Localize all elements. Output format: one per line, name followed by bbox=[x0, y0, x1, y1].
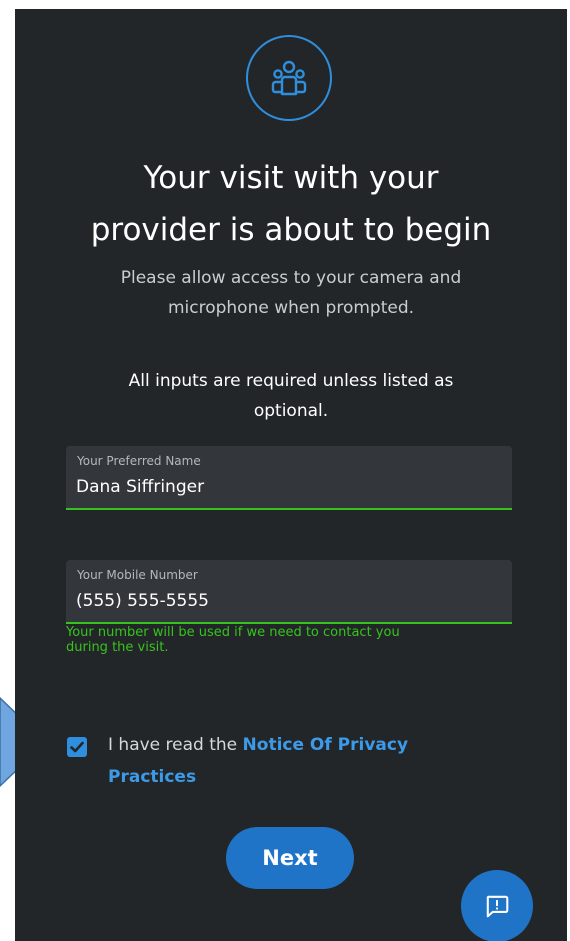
privacy-notice-link-line-2: Practices bbox=[108, 767, 197, 787]
feedback-icon bbox=[486, 895, 509, 918]
permission-instructions-line-2: microphone when prompted. bbox=[167, 298, 415, 318]
privacy-consent-text: I have read the Notice Of Privacy Practic… bbox=[108, 729, 508, 793]
page-title: Your visit with your provider is about t… bbox=[35, 152, 547, 256]
checkmark-icon bbox=[70, 741, 84, 753]
mobile-number-helper-line-1: Your number will be used if we need to c… bbox=[66, 625, 400, 640]
visit-start-screen: Your visit with your provider is about t… bbox=[15, 9, 567, 941]
provider-visit-badge bbox=[246, 35, 332, 121]
mobile-number-helper-text: Your number will be used if we need to c… bbox=[66, 625, 518, 655]
feedback-button[interactable] bbox=[461, 870, 533, 941]
people-group-icon bbox=[271, 60, 307, 96]
mobile-number-label: Your Mobile Number bbox=[77, 568, 198, 582]
required-inputs-note-line-2: optional. bbox=[253, 401, 329, 421]
privacy-consent-prefix: I have read the bbox=[108, 735, 238, 755]
next-button[interactable]: Next bbox=[226, 827, 354, 889]
required-inputs-note-line-1: All inputs are required unless listed as bbox=[128, 371, 454, 391]
mobile-number-input[interactable] bbox=[76, 588, 496, 614]
preferred-name-label: Your Preferred Name bbox=[77, 454, 201, 468]
page-title-line-2: provider is about to begin bbox=[90, 212, 492, 248]
preferred-name-input[interactable] bbox=[76, 474, 496, 500]
privacy-consent-checkbox[interactable] bbox=[67, 737, 87, 757]
privacy-notice-link-line-1: Notice Of Privacy bbox=[242, 735, 409, 755]
mobile-number-helper-line-2: during the visit. bbox=[66, 640, 169, 655]
required-inputs-note: All inputs are required unless listed as… bbox=[65, 366, 517, 426]
mobile-number-field[interactable]: Your Mobile Number bbox=[66, 560, 512, 624]
page-title-line-1: Your visit with your bbox=[143, 160, 439, 196]
screenshot-canvas: Your visit with your provider is about t… bbox=[0, 0, 570, 941]
preferred-name-field[interactable]: Your Preferred Name bbox=[66, 446, 512, 510]
permission-instructions: Please allow access to your camera and m… bbox=[75, 263, 507, 323]
permission-instructions-line-1: Please allow access to your camera and bbox=[120, 268, 462, 288]
